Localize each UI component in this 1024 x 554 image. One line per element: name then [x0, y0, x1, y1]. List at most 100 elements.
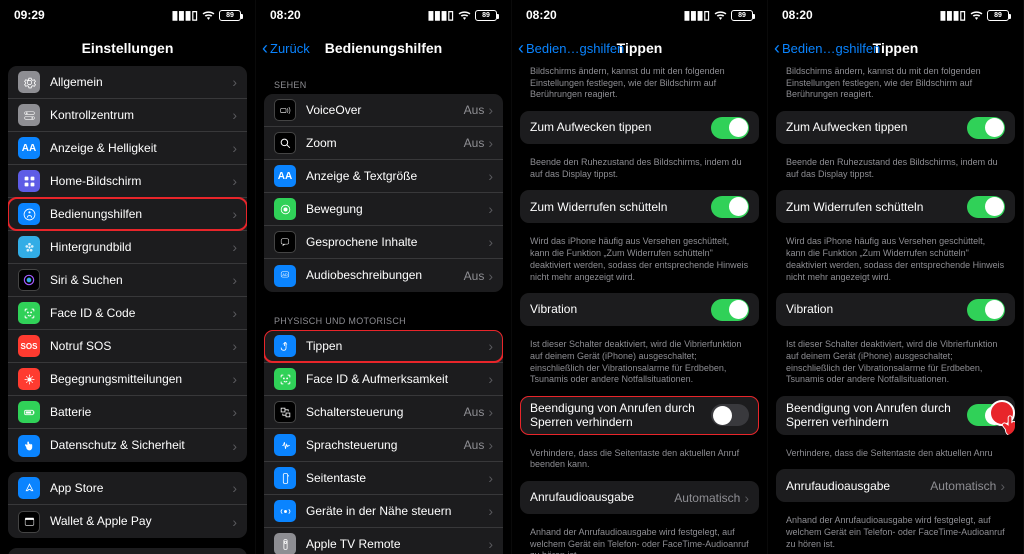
toggle-switch[interactable]: [967, 404, 1005, 426]
hand-icon: [18, 435, 40, 457]
settings-row[interactable]: Begegnungsmitteilungen›: [8, 363, 247, 396]
row-label: Batterie: [50, 405, 232, 419]
settings-row[interactable]: Face ID & Aufmerksamkeit›: [264, 363, 503, 396]
settings-row[interactable]: AAAnzeige & Textgröße›: [264, 160, 503, 193]
row-label: Home-Bildschirm: [50, 174, 232, 188]
chevron-right-icon: ›: [232, 438, 237, 454]
settings-row[interactable]: AnrufaudioausgabeAutomatisch›: [520, 481, 759, 514]
row-value: Aus: [464, 269, 485, 283]
toggle-switch[interactable]: [711, 117, 749, 139]
settings-group: Allgemein› Kontrollzentrum› AAAnzeige & …: [8, 66, 247, 462]
intro-text: Bildschirms ändern, kannst du mit den fo…: [776, 66, 1015, 111]
settings-row[interactable]: Zum Aufwecken tippen: [520, 111, 759, 144]
settings-group: Tippen› Face ID & Aufmerksamkeit› Schalt…: [264, 330, 503, 554]
back-button[interactable]: ‹Bedien…gshilfen: [518, 39, 624, 57]
settings-row[interactable]: Datenschutz & Sicherheit›: [8, 429, 247, 462]
section-footer: Wird das iPhone häufig aus Versehen gesc…: [520, 233, 759, 293]
back-button[interactable]: ‹Zurück: [262, 39, 310, 57]
settings-row[interactable]: Allgemein›: [8, 66, 247, 99]
content-area: Bildschirms ändern, kannst du mit den fo…: [512, 66, 767, 554]
chevron-right-icon: ›: [488, 371, 493, 387]
settings-row[interactable]: Home-Bildschirm›: [8, 165, 247, 198]
settings-row[interactable]: ZoomAus›: [264, 127, 503, 160]
row-label: Seitentaste: [306, 471, 488, 485]
row-label: Zum Widerrufen schütteln: [786, 200, 967, 214]
row-label: VoiceOver: [306, 103, 464, 117]
settings-group: Beendigung von Anrufen durch Sperren ver…: [520, 396, 759, 435]
settings-row[interactable]: Batterie›: [8, 396, 247, 429]
settings-row[interactable]: Zum Widerrufen schütteln: [520, 190, 759, 223]
chevron-left-icon: ‹: [262, 39, 268, 57]
status-indicators: ▮▮▮▯ 89: [428, 8, 497, 22]
settings-row[interactable]: Siri & Suchen›: [8, 264, 247, 297]
faceid-icon: [18, 302, 40, 324]
sos-icon: SOS: [18, 335, 40, 357]
settings-group: Zum Widerrufen schütteln: [776, 190, 1015, 223]
toggle-switch[interactable]: [967, 299, 1005, 321]
settings-group: VoiceOverAus› ZoomAus› AAAnzeige & Textg…: [264, 94, 503, 292]
settings-row[interactable]: AAAnzeige & Helligkeit›: [8, 132, 247, 165]
settings-row[interactable]: VoiceOverAus›: [264, 94, 503, 127]
nav-title: Bedienungshilfen: [325, 40, 442, 56]
settings-row[interactable]: Beendigung von Anrufen durch Sperren ver…: [520, 396, 759, 435]
section-footer: Beende den Ruhezustand des Bildschirms, …: [776, 154, 1015, 190]
status-indicators: ▮▮▮▯ 89: [684, 8, 753, 22]
settings-row[interactable]: Gesprochene Inhalte›: [264, 226, 503, 259]
settings-row[interactable]: Zum Aufwecken tippen: [776, 111, 1015, 144]
chevron-right-icon: ›: [232, 206, 237, 222]
chevron-right-icon: ›: [232, 480, 237, 496]
settings-row[interactable]: Zum Widerrufen schütteln: [776, 190, 1015, 223]
settings-row[interactable]: App Store›: [8, 472, 247, 505]
chevron-right-icon: ›: [488, 404, 493, 420]
chevron-right-icon: ›: [232, 140, 237, 156]
chevron-right-icon: ›: [232, 305, 237, 321]
audio-icon: AD: [274, 265, 296, 287]
row-label: Anzeige & Helligkeit: [50, 141, 232, 155]
settings-row[interactable]: Seitentaste›: [264, 462, 503, 495]
toggle-switch[interactable]: [967, 117, 1005, 139]
chevron-right-icon: ›: [488, 268, 493, 284]
settings-group: Zum Aufwecken tippen: [776, 111, 1015, 144]
toggle-switch[interactable]: [967, 196, 1005, 218]
signal-icon: ▮▮▮▯: [684, 8, 710, 22]
settings-row[interactable]: Tippen›: [264, 330, 503, 363]
settings-row[interactable]: SprachsteuerungAus›: [264, 429, 503, 462]
row-label: Tippen: [306, 339, 488, 353]
settings-group: Passwörter›: [8, 548, 247, 554]
settings-row[interactable]: Passwörter›: [8, 548, 247, 554]
toggle-switch[interactable]: [711, 196, 749, 218]
vo-icon: [274, 99, 296, 121]
toggle-switch[interactable]: [711, 404, 749, 426]
section-header: PHYSISCH UND MOTORISCH: [264, 302, 503, 330]
settings-row[interactable]: Hintergrundbild›: [8, 231, 247, 264]
settings-row[interactable]: SOSNotruf SOS›: [8, 330, 247, 363]
row-value: Aus: [464, 405, 485, 419]
row-label: Begegnungsmitteilungen: [50, 372, 232, 386]
chevron-right-icon: ›: [488, 470, 493, 486]
phone-screen: 09:29 ▮▮▮▯ 89 Einstellungen Allgemein› K…: [0, 0, 256, 554]
settings-row[interactable]: AnrufaudioausgabeAutomatisch›: [776, 469, 1015, 502]
chevron-right-icon: ›: [488, 437, 493, 453]
row-label: Sprachsteuerung: [306, 438, 464, 452]
chevron-right-icon: ›: [488, 102, 493, 118]
row-label: Anrufaudioausgabe: [530, 490, 674, 504]
settings-row[interactable]: ADAudiobeschreibungenAus›: [264, 259, 503, 292]
settings-row[interactable]: SchaltersteuerungAus›: [264, 396, 503, 429]
chevron-right-icon: ›: [232, 173, 237, 189]
settings-row[interactable]: Vibration: [776, 293, 1015, 326]
settings-row[interactable]: Vibration: [520, 293, 759, 326]
settings-row[interactable]: Bedienungshilfen›: [8, 198, 247, 231]
section-footer: Anhand der Anrufaudioausgabe wird festge…: [776, 512, 1015, 554]
row-value: Automatisch: [674, 491, 740, 505]
settings-row[interactable]: Bewegung›: [264, 193, 503, 226]
settings-row[interactable]: Wallet & Apple Pay›: [8, 505, 247, 538]
settings-row[interactable]: Geräte in der Nähe steuern›: [264, 495, 503, 528]
back-button[interactable]: ‹Bedien…gshilfen: [774, 39, 880, 57]
settings-row[interactable]: Beendigung von Anrufen durch Sperren ver…: [776, 396, 1015, 435]
settings-row[interactable]: Apple TV Remote›: [264, 528, 503, 554]
status-bar: 09:29 ▮▮▮▯ 89: [0, 0, 255, 30]
settings-row[interactable]: Face ID & Code›: [8, 297, 247, 330]
settings-row[interactable]: Kontrollzentrum›: [8, 99, 247, 132]
svg-text:AD: AD: [282, 273, 288, 277]
toggle-switch[interactable]: [711, 299, 749, 321]
